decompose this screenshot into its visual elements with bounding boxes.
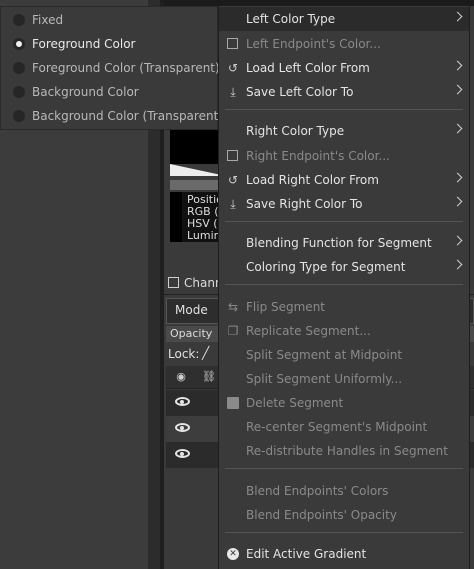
eye-icon[interactable] bbox=[175, 397, 190, 406]
menu-item-label: Edit Active Gradient bbox=[246, 547, 367, 561]
save-icon: ⤓ bbox=[230, 85, 236, 99]
radio-button-icon bbox=[13, 62, 25, 74]
chevron-right-icon bbox=[452, 235, 463, 246]
menu-item-blending-function[interactable]: Blending Function for Segment bbox=[219, 231, 469, 255]
menu-item-coloring-type[interactable]: Coloring Type for Segment bbox=[219, 255, 469, 279]
menu-item-label: Load Right Color From bbox=[246, 173, 379, 187]
menu-item-label: Split Segment at Midpoint bbox=[246, 348, 403, 362]
eye-icon[interactable] bbox=[175, 423, 190, 432]
radio-label: Foreground Color (Transparent) bbox=[32, 61, 220, 75]
menu-item-flip-segment[interactable]: ⇆ Flip Segment bbox=[219, 295, 469, 319]
menu-item-label: Right Endpoint's Color... bbox=[246, 149, 390, 163]
menu-item-label: Re-center Segment's Midpoint bbox=[246, 420, 428, 434]
menu-item-recenter-midpoint[interactable]: Re-center Segment's Midpoint bbox=[219, 415, 469, 439]
radio-foreground-color[interactable]: Foreground Color bbox=[1, 32, 219, 56]
replicate-icon: ❐ bbox=[227, 324, 239, 338]
chevron-right-icon bbox=[452, 11, 463, 22]
menu-item-label: Coloring Type for Segment bbox=[246, 260, 406, 274]
menu-item-blend-endpoints-opacity[interactable]: Blend Endpoints' Opacity bbox=[219, 503, 469, 527]
menu-item-save-left-color-to[interactable]: ⤓ Save Left Color To bbox=[219, 80, 469, 104]
menu-item-right-endpoint-color[interactable]: Right Endpoint's Color... bbox=[219, 144, 469, 168]
menu-item-label: Load Left Color From bbox=[246, 61, 370, 75]
radio-label: Fixed bbox=[32, 13, 64, 27]
chevron-right-icon bbox=[452, 172, 463, 183]
menu-item-replicate-segment[interactable]: ❐ Replicate Segment... bbox=[219, 319, 469, 343]
load-icon: ↺ bbox=[227, 61, 239, 75]
menu-item-edit-active-gradient[interactable]: ✕ Edit Active Gradient bbox=[219, 542, 469, 566]
chevron-right-icon bbox=[452, 60, 463, 71]
menu-item-label: Blend Endpoints' Opacity bbox=[246, 508, 397, 522]
menu-item-split-at-midpoint[interactable]: Split Segment at Midpoint bbox=[219, 343, 469, 367]
menu-item-label: Split Segment Uniformly... bbox=[246, 372, 403, 386]
menu-separator bbox=[225, 284, 463, 285]
menu-item-label: Left Endpoint's Color... bbox=[246, 37, 381, 51]
menu-separator bbox=[225, 468, 463, 469]
delete-icon: ✕ bbox=[227, 397, 239, 409]
menu-item-load-right-color-from[interactable]: ↺ Load Right Color From bbox=[219, 168, 469, 192]
lock-pixels-icon[interactable]: ╱ bbox=[202, 346, 214, 360]
radio-label: Background Color bbox=[32, 85, 139, 99]
gradient-editor-context-menu: Left Color Type Left Endpoint's Color...… bbox=[218, 6, 470, 569]
radio-fixed[interactable]: Fixed bbox=[1, 8, 219, 32]
radio-button-icon bbox=[13, 110, 25, 122]
menu-item-left-color-type[interactable]: Left Color Type bbox=[219, 7, 469, 31]
menu-item-delete-segment[interactable]: ✕ Delete Segment bbox=[219, 391, 469, 415]
left-color-type-submenu: Fixed Foreground Color Foreground Color … bbox=[0, 6, 223, 130]
menu-item-label: Save Right Color To bbox=[246, 197, 363, 211]
visibility-header-icon: ◉ bbox=[176, 370, 186, 383]
info-swatch bbox=[170, 192, 182, 242]
radio-foreground-color-transparent[interactable]: Foreground Color (Transparent) bbox=[1, 56, 220, 80]
menu-item-label: Blending Function for Segment bbox=[246, 236, 432, 250]
menu-item-label: Blend Endpoints' Colors bbox=[246, 484, 389, 498]
menu-separator bbox=[225, 221, 463, 222]
chevron-right-icon bbox=[452, 84, 463, 95]
radio-background-color-transparent[interactable]: Background Color (Transparent) bbox=[1, 104, 223, 128]
color-square-icon bbox=[227, 150, 238, 161]
chain-header-icon: ⛓ bbox=[202, 370, 216, 383]
radio-button-icon bbox=[13, 86, 25, 98]
eye-icon[interactable] bbox=[175, 449, 190, 458]
menu-item-label: Right Color Type bbox=[246, 124, 345, 138]
radio-label: Background Color (Transparent) bbox=[32, 109, 223, 123]
close-icon: ✕ bbox=[227, 548, 239, 560]
menu-item-label: Re-distribute Handles in Segment bbox=[246, 444, 448, 458]
menu-item-label: Left Color Type bbox=[246, 12, 336, 26]
mode-label: Mode bbox=[175, 303, 208, 317]
radio-label: Foreground Color bbox=[32, 37, 136, 51]
menu-item-label: Delete Segment bbox=[246, 396, 344, 410]
menu-item-label: Replicate Segment... bbox=[246, 324, 371, 338]
menu-item-save-right-color-to[interactable]: ⤓ Save Right Color To bbox=[219, 192, 469, 216]
flip-icon: ⇆ bbox=[227, 300, 239, 314]
lock-label: Lock: bbox=[168, 347, 200, 361]
load-icon: ↺ bbox=[227, 173, 239, 187]
radio-background-color[interactable]: Background Color bbox=[1, 80, 219, 104]
menu-item-right-color-type[interactable]: Right Color Type bbox=[219, 119, 469, 143]
channels-icon bbox=[168, 277, 179, 288]
menu-item-redistribute-handles[interactable]: Re-distribute Handles in Segment bbox=[219, 439, 469, 463]
chevron-right-icon bbox=[452, 259, 463, 270]
menu-item-blend-endpoints-colors[interactable]: Blend Endpoints' Colors bbox=[219, 479, 469, 503]
chevron-right-icon bbox=[452, 123, 463, 134]
menu-item-left-endpoint-color[interactable]: Left Endpoint's Color... bbox=[219, 32, 469, 56]
menu-separator bbox=[225, 532, 463, 533]
menu-item-label: Save Left Color To bbox=[246, 85, 354, 99]
opacity-label: Opacity bbox=[170, 327, 213, 340]
color-square-icon bbox=[227, 38, 238, 49]
menu-separator bbox=[225, 109, 463, 110]
menu-item-load-left-color-from[interactable]: ↺ Load Left Color From bbox=[219, 56, 469, 80]
chevron-right-icon bbox=[452, 196, 463, 207]
menu-item-label: Flip Segment bbox=[246, 300, 326, 314]
radio-button-selected-icon bbox=[13, 38, 25, 50]
radio-button-icon bbox=[13, 14, 25, 26]
menu-item-split-uniformly[interactable]: Split Segment Uniformly... bbox=[219, 367, 469, 391]
save-icon: ⤓ bbox=[230, 197, 236, 211]
